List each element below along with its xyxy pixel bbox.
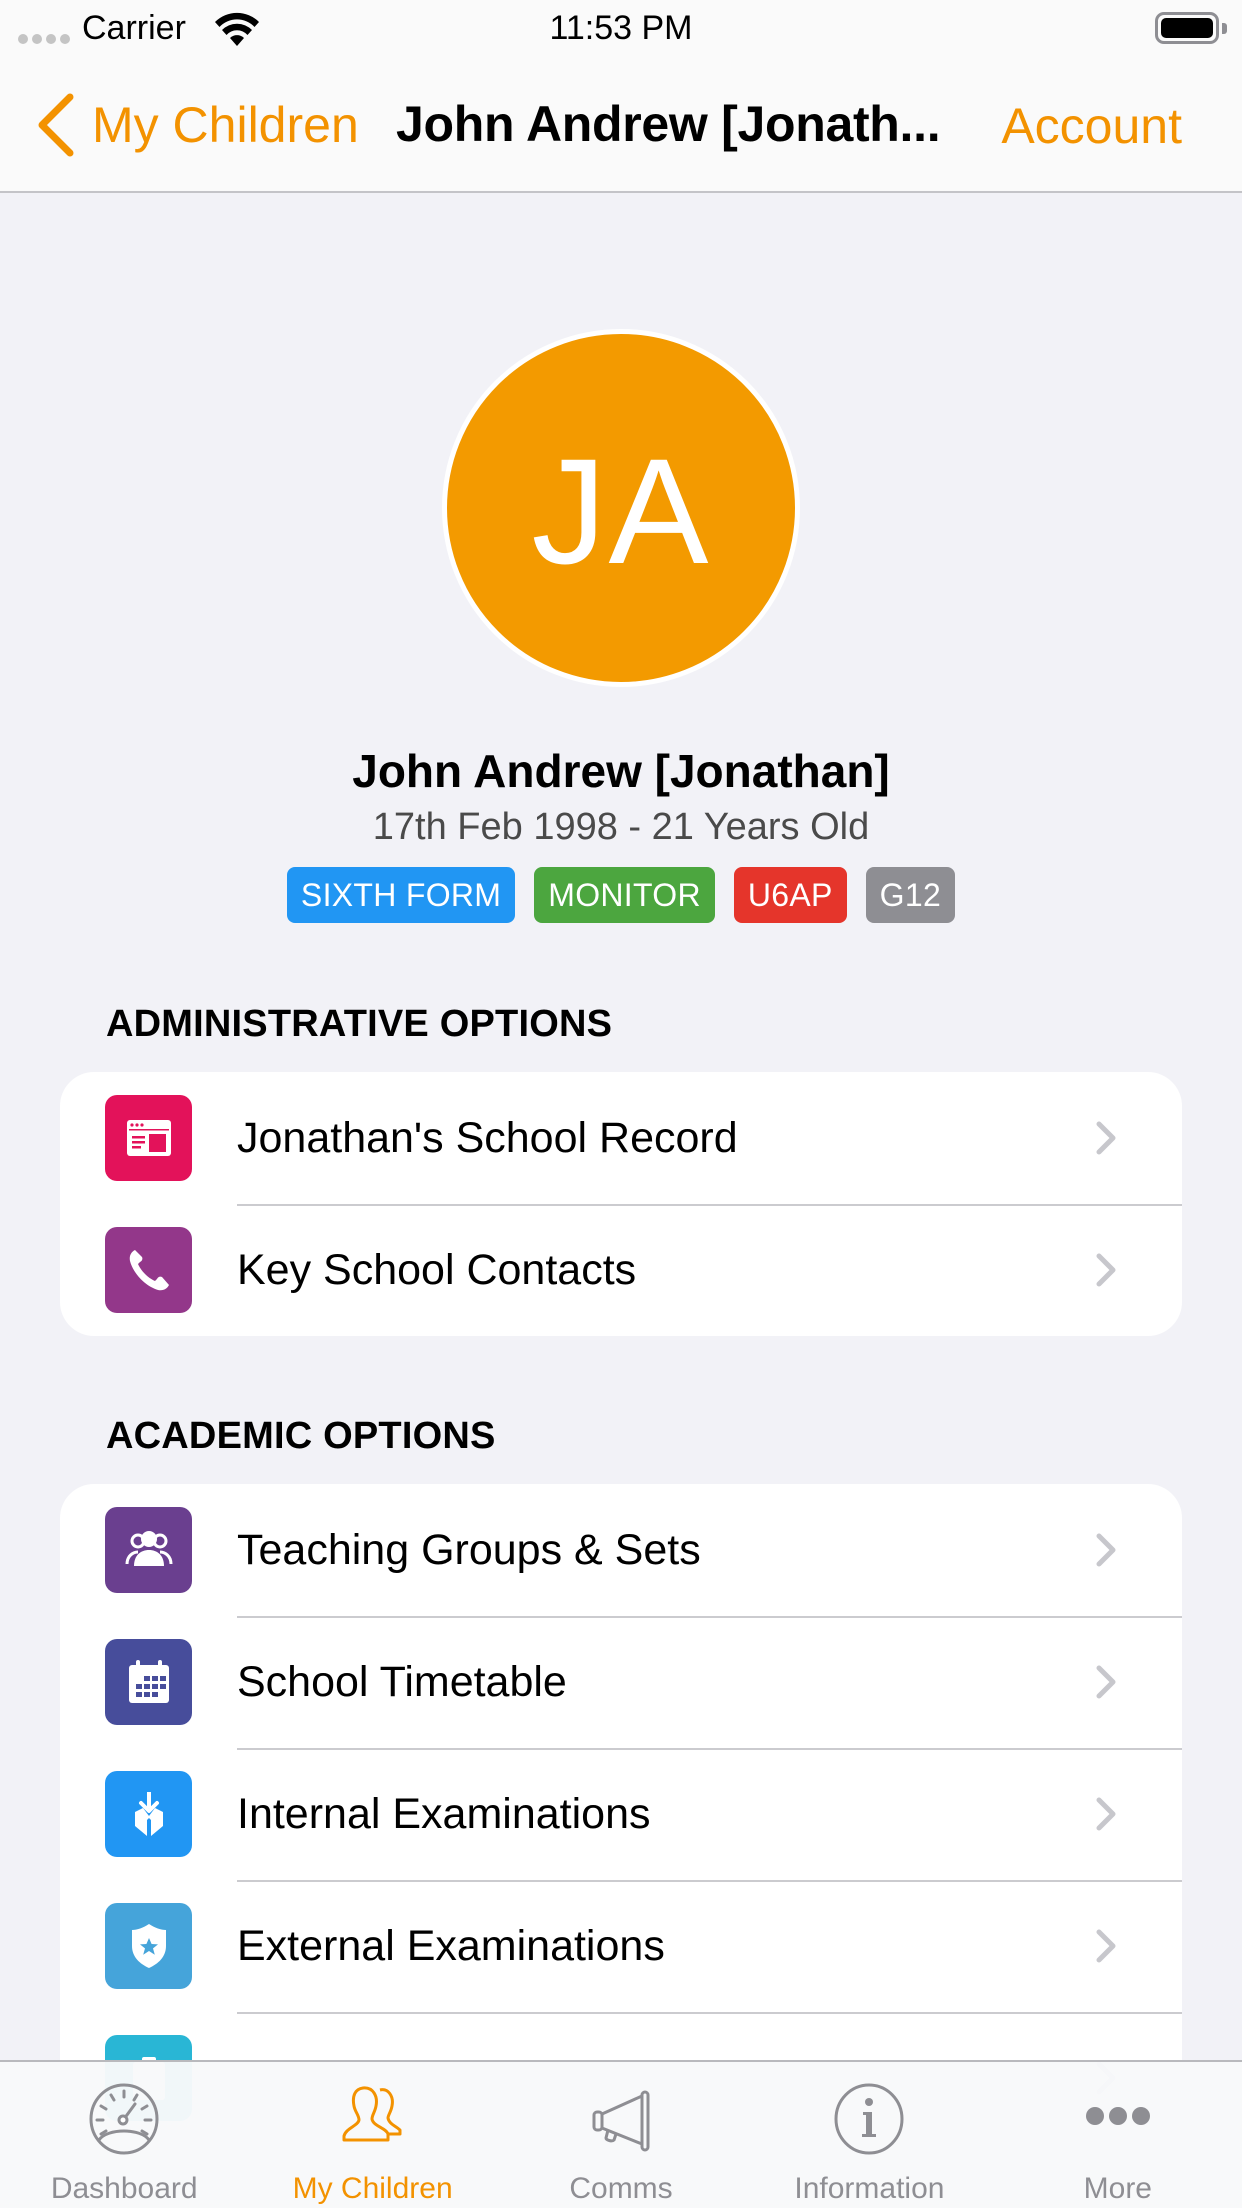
page-title: John Andrew [Jonath... — [396, 96, 941, 152]
tab-my-children[interactable]: My Children — [248, 2062, 496, 2208]
list-item-key-contacts[interactable]: Key School Contacts — [60, 1204, 1182, 1336]
avatar-initials: JA — [531, 426, 711, 595]
administrative-options-card: Jonathan's School Record Key School Cont… — [60, 1072, 1182, 1336]
box-download-icon — [105, 1771, 192, 1857]
battery-icon — [1155, 12, 1219, 44]
tab-label: Dashboard — [50, 2172, 198, 2205]
status-bar: Carrier 11:53 PM — [0, 0, 1242, 60]
school-record-icon — [105, 1095, 192, 1181]
tab-comms[interactable]: Comms — [497, 2062, 745, 2208]
battery-tip — [1222, 23, 1227, 34]
list-item-school-record[interactable]: Jonathan's School Record — [60, 1072, 1182, 1204]
list-item-label: Teaching Groups & Sets — [237, 1525, 701, 1574]
navigation-bar: My Children John Andrew [Jonath... Accou… — [0, 60, 1242, 193]
list-item-teaching-groups[interactable]: Teaching Groups & Sets — [60, 1484, 1182, 1616]
avatar: JA — [442, 329, 800, 687]
tab-label: My Children — [292, 2172, 453, 2205]
more-dots-icon — [1085, 2107, 1150, 2125]
tab-dashboard[interactable]: Dashboard — [0, 2062, 248, 2208]
children-icon — [342, 2086, 402, 2142]
chevron-right-icon — [1096, 1929, 1116, 1963]
child-dob-age: 17th Feb 1998 - 21 Years Old — [372, 806, 870, 848]
chevron-right-icon — [1096, 1665, 1116, 1699]
back-button-label: My Children — [92, 97, 359, 153]
shield-star-icon — [105, 1903, 192, 1989]
tab-more[interactable]: More — [994, 2062, 1242, 2208]
badge-year-group: G12 — [865, 867, 956, 923]
badge-monitor: MONITOR — [534, 867, 715, 923]
tab-information[interactable]: Information — [745, 2062, 993, 2208]
section-header-academic: ACADEMIC OPTIONS — [106, 1415, 496, 1457]
dashboard-gauge-icon — [89, 2083, 159, 2155]
child-name: John Andrew [Jonathan] — [352, 745, 890, 797]
status-time: 11:53 PM — [549, 9, 693, 47]
badge-form-group: U6AP — [733, 867, 847, 923]
section-header-administrative: ADMINISTRATIVE OPTIONS — [106, 1003, 613, 1045]
tab-label: Information — [794, 2172, 945, 2205]
list-item-label: External Examinations — [237, 1921, 665, 1970]
tab-label: More — [1083, 2172, 1152, 2205]
phone-icon — [105, 1227, 192, 1313]
info-icon — [834, 2083, 904, 2155]
badge-sixth-form: SIXTH FORM — [286, 867, 516, 923]
chevron-right-icon — [1096, 1533, 1116, 1567]
chevron-right-icon — [1096, 1253, 1116, 1287]
account-button[interactable]: Account — [1001, 97, 1182, 155]
list-item-label: Key School Contacts — [237, 1245, 637, 1294]
list-item-external-exams[interactable]: External Examinations — [60, 1880, 1182, 2012]
list-item-label: School Timetable — [237, 1657, 567, 1706]
list-item-internal-exams[interactable]: Internal Examinations — [60, 1748, 1182, 1880]
tab-bar: Dashboard My Children Comms Information — [0, 2060, 1242, 2208]
megaphone-icon — [592, 2090, 650, 2152]
groups-icon — [105, 1507, 192, 1593]
chevron-left-icon — [38, 93, 74, 157]
chevron-right-icon — [1096, 1797, 1116, 1831]
badge-list: SIXTH FORM MONITOR U6AP G12 — [0, 867, 1242, 923]
list-item-label: Internal Examinations — [237, 1789, 651, 1838]
calendar-icon — [105, 1639, 192, 1725]
list-item-timetable[interactable]: School Timetable — [60, 1616, 1182, 1748]
back-button[interactable]: My Children — [36, 92, 359, 158]
list-item-label: Jonathan's School Record — [237, 1113, 738, 1162]
chevron-right-icon — [1096, 1121, 1116, 1155]
tab-label: Comms — [569, 2172, 673, 2205]
